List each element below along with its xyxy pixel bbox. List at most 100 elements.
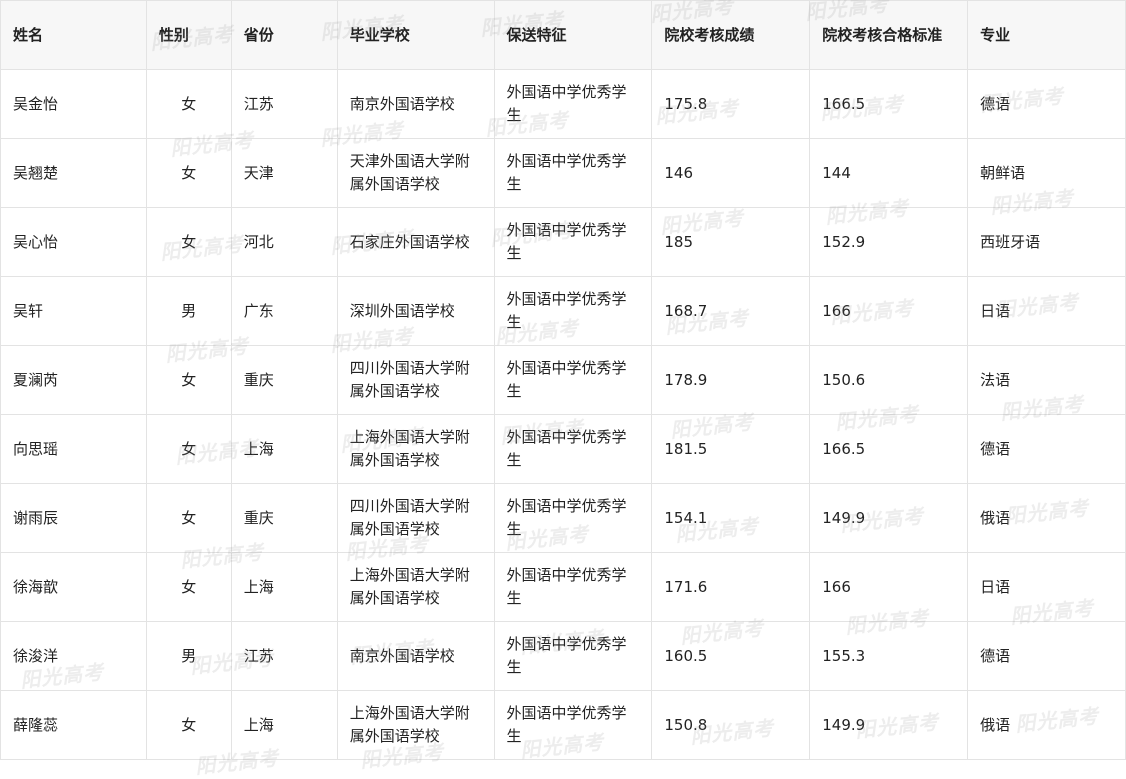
table-header-row: 姓名 性别 省份 毕业学校 保送特征 院校考核成绩 院校考核合格标准 专业 xyxy=(0,0,1126,70)
score-cell: 171.6 xyxy=(651,552,811,622)
standard-cell: 150.6 xyxy=(809,345,969,415)
feature-cell: 外国语中学优秀学生 xyxy=(493,69,653,139)
school-cell: 南京外国语学校 xyxy=(336,621,495,691)
table-row: 夏澜芮女重庆 四川外国语大学附属外国语学校 外国语中学优秀学生 178.9 150.6 法… xyxy=(0,345,1126,415)
feature-cell: 外国语中学优秀学生 xyxy=(493,414,653,484)
feature-cell: 外国语中学优秀学生 xyxy=(493,552,653,622)
feature-cell: 外国语中学优秀学生 xyxy=(493,621,653,691)
score-cell: 181.5 xyxy=(651,414,811,484)
name-cell: 吴翘楚 xyxy=(0,138,147,208)
province-cell: 广东 xyxy=(230,276,338,346)
gender-cell: 女 xyxy=(145,345,232,415)
score-cell: 160.5 xyxy=(651,621,811,691)
table-row: 薛隆蕊女上海 上海外国语大学附属外国语学校 外国语中学优秀学生 150.8 149.9 俄… xyxy=(0,690,1126,760)
school-cell: 石家庄外国语学校 xyxy=(336,207,495,277)
table-row: 吴翘楚女天津 天津外国语大学附属外国语学校 外国语中学优秀学生 146 144 朝鲜语 xyxy=(0,138,1126,208)
province-cell: 上海 xyxy=(230,690,338,760)
name-cell: 薛隆蕊 xyxy=(0,690,147,760)
table-row: 吴心怡女河北 石家庄外国语学校 外国语中学优秀学生 185 152.9 西班牙语 xyxy=(0,207,1126,277)
standard-cell: 149.9 xyxy=(809,483,969,553)
feature-cell: 外国语中学优秀学生 xyxy=(493,138,653,208)
standard-cell: 166 xyxy=(809,276,969,346)
major-cell: 日语 xyxy=(967,276,1126,346)
name-cell: 向思瑶 xyxy=(0,414,147,484)
header-province: 省份 xyxy=(230,0,338,70)
table-row: 谢雨辰女重庆 四川外国语大学附属外国语学校 外国语中学优秀学生 154.1 149.9 俄… xyxy=(0,483,1126,553)
name-cell: 吴金怡 xyxy=(0,69,147,139)
school-cell: 天津外国语大学附属外国语学校 xyxy=(336,138,495,208)
score-cell: 175.8 xyxy=(651,69,811,139)
table-row: 向思瑶女上海 上海外国语大学附属外国语学校 外国语中学优秀学生 181.5 166.5 德… xyxy=(0,414,1126,484)
school-cell: 上海外国语大学附属外国语学校 xyxy=(336,690,495,760)
score-cell: 146 xyxy=(651,138,811,208)
major-cell: 朝鲜语 xyxy=(967,138,1126,208)
major-cell: 法语 xyxy=(967,345,1126,415)
gender-cell: 女 xyxy=(145,690,232,760)
standard-cell: 149.9 xyxy=(809,690,969,760)
header-score: 院校考核成绩 xyxy=(651,0,811,70)
score-cell: 178.9 xyxy=(651,345,811,415)
school-cell: 四川外国语大学附属外国语学校 xyxy=(336,345,495,415)
gender-cell: 女 xyxy=(145,69,232,139)
header-major: 专业 xyxy=(967,0,1126,70)
header-name: 姓名 xyxy=(0,0,147,70)
province-cell: 天津 xyxy=(230,138,338,208)
gender-cell: 女 xyxy=(145,207,232,277)
feature-cell: 外国语中学优秀学生 xyxy=(493,207,653,277)
name-cell: 徐海歆 xyxy=(0,552,147,622)
school-cell: 上海外国语大学附属外国语学校 xyxy=(336,414,495,484)
school-cell: 南京外国语学校 xyxy=(336,69,495,139)
province-cell: 重庆 xyxy=(230,345,338,415)
table-row: 徐海歆女上海 上海外国语大学附属外国语学校 外国语中学优秀学生 171.6 166 日语 xyxy=(0,552,1126,622)
gender-cell: 女 xyxy=(145,552,232,622)
major-cell: 日语 xyxy=(967,552,1126,622)
header-feature: 保送特征 xyxy=(493,0,653,70)
admission-results-table: 姓名 性别 省份 毕业学校 保送特征 院校考核成绩 院校考核合格标准 专业 吴金… xyxy=(0,0,1126,760)
major-cell: 德语 xyxy=(967,69,1126,139)
feature-cell: 外国语中学优秀学生 xyxy=(493,345,653,415)
province-cell: 上海 xyxy=(230,552,338,622)
table-row: 吴金怡女江苏 南京外国语学校 外国语中学优秀学生 175.8 166.5 德语 xyxy=(0,69,1126,139)
name-cell: 吴心怡 xyxy=(0,207,147,277)
feature-cell: 外国语中学优秀学生 xyxy=(493,690,653,760)
province-cell: 上海 xyxy=(230,414,338,484)
name-cell: 徐浚洋 xyxy=(0,621,147,691)
school-cell: 深圳外国语学校 xyxy=(336,276,495,346)
major-cell: 俄语 xyxy=(967,483,1126,553)
province-cell: 江苏 xyxy=(230,621,338,691)
province-cell: 河北 xyxy=(230,207,338,277)
header-school: 毕业学校 xyxy=(336,0,495,70)
score-cell: 185 xyxy=(651,207,811,277)
school-cell: 四川外国语大学附属外国语学校 xyxy=(336,483,495,553)
header-standard: 院校考核合格标准 xyxy=(809,0,969,70)
table-row: 徐浚洋男江苏 南京外国语学校 外国语中学优秀学生 160.5 155.3 德语 xyxy=(0,621,1126,691)
gender-cell: 女 xyxy=(145,414,232,484)
major-cell: 德语 xyxy=(967,414,1126,484)
standard-cell: 155.3 xyxy=(809,621,969,691)
header-gender: 性别 xyxy=(145,0,232,70)
major-cell: 西班牙语 xyxy=(967,207,1126,277)
name-cell: 夏澜芮 xyxy=(0,345,147,415)
gender-cell: 女 xyxy=(145,138,232,208)
school-cell: 上海外国语大学附属外国语学校 xyxy=(336,552,495,622)
gender-cell: 男 xyxy=(145,621,232,691)
feature-cell: 外国语中学优秀学生 xyxy=(493,483,653,553)
standard-cell: 166 xyxy=(809,552,969,622)
name-cell: 谢雨辰 xyxy=(0,483,147,553)
table-row: 吴轩男广东 深圳外国语学校 外国语中学优秀学生 168.7 166 日语 xyxy=(0,276,1126,346)
score-cell: 168.7 xyxy=(651,276,811,346)
standard-cell: 152.9 xyxy=(809,207,969,277)
feature-cell: 外国语中学优秀学生 xyxy=(493,276,653,346)
standard-cell: 166.5 xyxy=(809,69,969,139)
standard-cell: 166.5 xyxy=(809,414,969,484)
major-cell: 德语 xyxy=(967,621,1126,691)
name-cell: 吴轩 xyxy=(0,276,147,346)
major-cell: 俄语 xyxy=(967,690,1126,760)
table-body: 吴金怡女江苏 南京外国语学校 外国语中学优秀学生 175.8 166.5 德语 吴翘楚女天津… xyxy=(0,69,1126,760)
province-cell: 重庆 xyxy=(230,483,338,553)
score-cell: 150.8 xyxy=(651,690,811,760)
score-cell: 154.1 xyxy=(651,483,811,553)
gender-cell: 男 xyxy=(145,276,232,346)
standard-cell: 144 xyxy=(809,138,969,208)
province-cell: 江苏 xyxy=(230,69,338,139)
